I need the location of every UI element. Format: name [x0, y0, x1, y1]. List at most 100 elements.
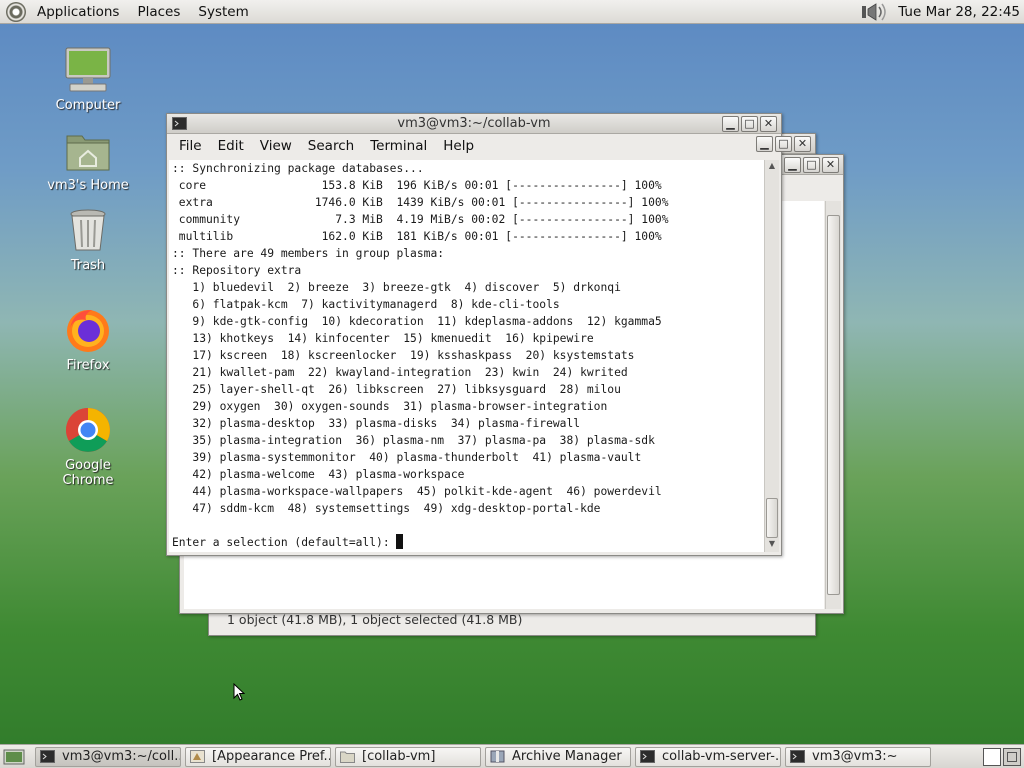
firefox-icon	[64, 306, 112, 354]
appearance-icon	[190, 750, 205, 763]
task-collab-vm-folder[interactable]: [collab-vm]	[335, 746, 481, 767]
terminal-line: 25) layer-shell-qt 26) libkscreen 27) li…	[172, 383, 621, 396]
desktop-icon-chrome[interactable]: Google Chrome	[38, 406, 138, 488]
archive-icon	[490, 750, 505, 763]
terminal-icon	[640, 750, 655, 763]
window-titlebar[interactable]: vm3@vm3:~/collab-vm ▁ □ ✕	[167, 114, 781, 134]
system-menu[interactable]: System	[189, 4, 257, 20]
folder-icon	[340, 751, 355, 763]
minimize-button[interactable]: ▁	[784, 156, 801, 173]
terminal-line: 17) kscreen 18) kscreenlocker 19) ksshas…	[172, 349, 635, 362]
menu-terminal[interactable]: Terminal	[362, 138, 435, 154]
terminal-window[interactable]: vm3@vm3:~/collab-vm ▁ □ ✕ File Edit View…	[166, 113, 782, 556]
task-collab-vm-server[interactable]: collab-vm-server-...	[635, 746, 781, 767]
trash-icon	[64, 206, 112, 254]
terminal-line: 6) flatpak-kcm 7) kactivitymanagerd 8) k…	[172, 298, 560, 311]
scrollbar-thumb[interactable]	[766, 498, 778, 538]
terminal-line: community 7.3 MiB 4.19 MiB/s 00:02 [----…	[172, 213, 669, 226]
menu-edit[interactable]: Edit	[210, 138, 252, 154]
close-button[interactable]: ✕	[794, 135, 811, 152]
task-label: [Appearance Pref...	[212, 749, 331, 764]
workspace-1[interactable]	[983, 747, 1001, 766]
terminal-icon	[790, 750, 805, 763]
terminal-icon	[172, 117, 187, 130]
clock[interactable]: Tue Mar 28, 22:45	[890, 4, 1024, 20]
desktop-icon-label: Computer	[55, 98, 121, 113]
terminal-output[interactable]: :: Synchronizing package databases... co…	[169, 160, 765, 552]
bottom-taskbar: vm3@vm3:~/coll... [Appearance Pref... [c…	[0, 744, 1024, 768]
mouse-pointer-icon	[233, 683, 245, 701]
desktop-icon-home[interactable]: vm3's Home	[38, 126, 138, 193]
task-label: Archive Manager	[512, 749, 622, 764]
terminal-line: extra 1746.0 KiB 1439 KiB/s 00:01 [-----…	[172, 196, 669, 209]
task-appearance-preferences[interactable]: [Appearance Pref...	[185, 746, 331, 767]
scroll-down-icon[interactable]: ▼	[765, 539, 779, 551]
menu-help[interactable]: Help	[435, 138, 482, 154]
desktop-icon-label: Firefox	[66, 358, 110, 373]
maximize-button[interactable]: □	[803, 156, 820, 173]
terminal-line: multilib 162.0 KiB 181 KiB/s 00:01 [----…	[172, 230, 662, 243]
distro-logo-icon[interactable]	[6, 1, 26, 22]
status-bar-text: 1 object (41.8 MB), 1 object selected (4…	[227, 612, 523, 627]
desktop-icon-computer[interactable]: Computer	[38, 46, 138, 113]
menu-view[interactable]: View	[252, 138, 300, 154]
home-folder-icon	[64, 126, 112, 174]
terminal-menubar: File Edit View Search Terminal Help	[167, 134, 781, 158]
terminal-line: 9) kde-gtk-config 10) kdecoration 11) kd…	[172, 315, 662, 328]
menu-file[interactable]: File	[171, 138, 210, 154]
task-archive-manager[interactable]: Archive Manager	[485, 746, 631, 767]
terminal-line: 32) plasma-desktop 33) plasma-disks 34) …	[172, 417, 581, 430]
workspace-2[interactable]	[1003, 747, 1021, 766]
task-label: vm3@vm3:~/coll...	[62, 749, 181, 764]
terminal-line: 21) kwallet-pam 22) kwayland-integration…	[172, 366, 628, 379]
scrollbar-thumb[interactable]	[827, 215, 840, 595]
maximize-button[interactable]: □	[741, 115, 758, 132]
desktop-icon-trash[interactable]: Trash	[38, 206, 138, 273]
applications-menu[interactable]: Applications	[28, 4, 128, 20]
window-title: vm3@vm3:~/collab-vm	[397, 116, 551, 131]
task-terminal-home[interactable]: vm3@vm3:~	[785, 746, 931, 767]
close-button[interactable]: ✕	[760, 115, 777, 132]
terminal-line: core 153.8 KiB 196 KiB/s 00:01 [--------…	[172, 179, 662, 192]
terminal-line: 42) plasma-welcome 43) plasma-workspace	[172, 468, 465, 481]
terminal-line: 1) bluedevil 2) breeze 3) breeze-gtk 4) …	[172, 281, 621, 294]
close-button[interactable]: ✕	[822, 156, 839, 173]
desktop-icon-firefox[interactable]: Firefox	[38, 306, 138, 373]
terminal-line: 13) khotkeys 14) kinfocenter 15) kmenued…	[172, 332, 594, 345]
desktop-icon-label: Trash	[70, 258, 106, 273]
task-label: collab-vm-server-...	[662, 749, 781, 764]
places-menu[interactable]: Places	[128, 4, 189, 20]
minimize-button[interactable]: ▁	[722, 115, 739, 132]
terminal-line: 35) plasma-integration 36) plasma-nm 37)…	[172, 434, 655, 447]
menu-search[interactable]: Search	[300, 138, 362, 154]
maximize-button[interactable]: □	[775, 135, 792, 152]
task-terminal-collab-vm[interactable]: vm3@vm3:~/coll...	[35, 746, 181, 767]
chrome-icon	[64, 406, 112, 454]
terminal-line: 39) plasma-systemmonitor 40) plasma-thun…	[172, 451, 642, 464]
terminal-line: Enter a selection (default=all):	[172, 534, 765, 551]
scroll-up-icon[interactable]: ▲	[765, 161, 779, 173]
terminal-icon	[40, 750, 55, 763]
task-label: [collab-vm]	[362, 749, 436, 764]
minimize-button[interactable]: ▁	[756, 135, 773, 152]
workspace-switcher	[983, 747, 1024, 766]
terminal-line: :: Repository extra	[172, 264, 302, 277]
text-cursor	[396, 534, 404, 549]
top-panel: Applications Places System Tue Mar 28, 2…	[0, 0, 1024, 24]
terminal-line: 47) sddm-kcm 48) systemsettings 49) xdg-…	[172, 502, 601, 515]
show-desktop-icon[interactable]	[3, 748, 25, 766]
desktop-icon-label: vm3's Home	[47, 178, 129, 193]
volume-icon[interactable]	[860, 1, 890, 23]
terminal-scrollbar[interactable]: ▲ ▼	[764, 160, 779, 552]
panel-tray: Tue Mar 28, 22:45	[860, 0, 1024, 24]
terminal-line: 29) oxygen 30) oxygen-sounds 31) plasma-…	[172, 400, 608, 413]
task-label: vm3@vm3:~	[812, 749, 898, 764]
scrollbar[interactable]	[825, 201, 841, 609]
computer-icon	[64, 46, 112, 94]
terminal-line: :: Synchronizing package databases...	[172, 162, 424, 175]
terminal-line: :: There are 49 members in group plasma:	[172, 247, 445, 260]
desktop-icon-label: Google Chrome	[62, 458, 114, 488]
main-menu: Applications Places System	[0, 0, 258, 24]
terminal-line: 44) plasma-workspace-wallpapers 45) polk…	[172, 485, 662, 498]
